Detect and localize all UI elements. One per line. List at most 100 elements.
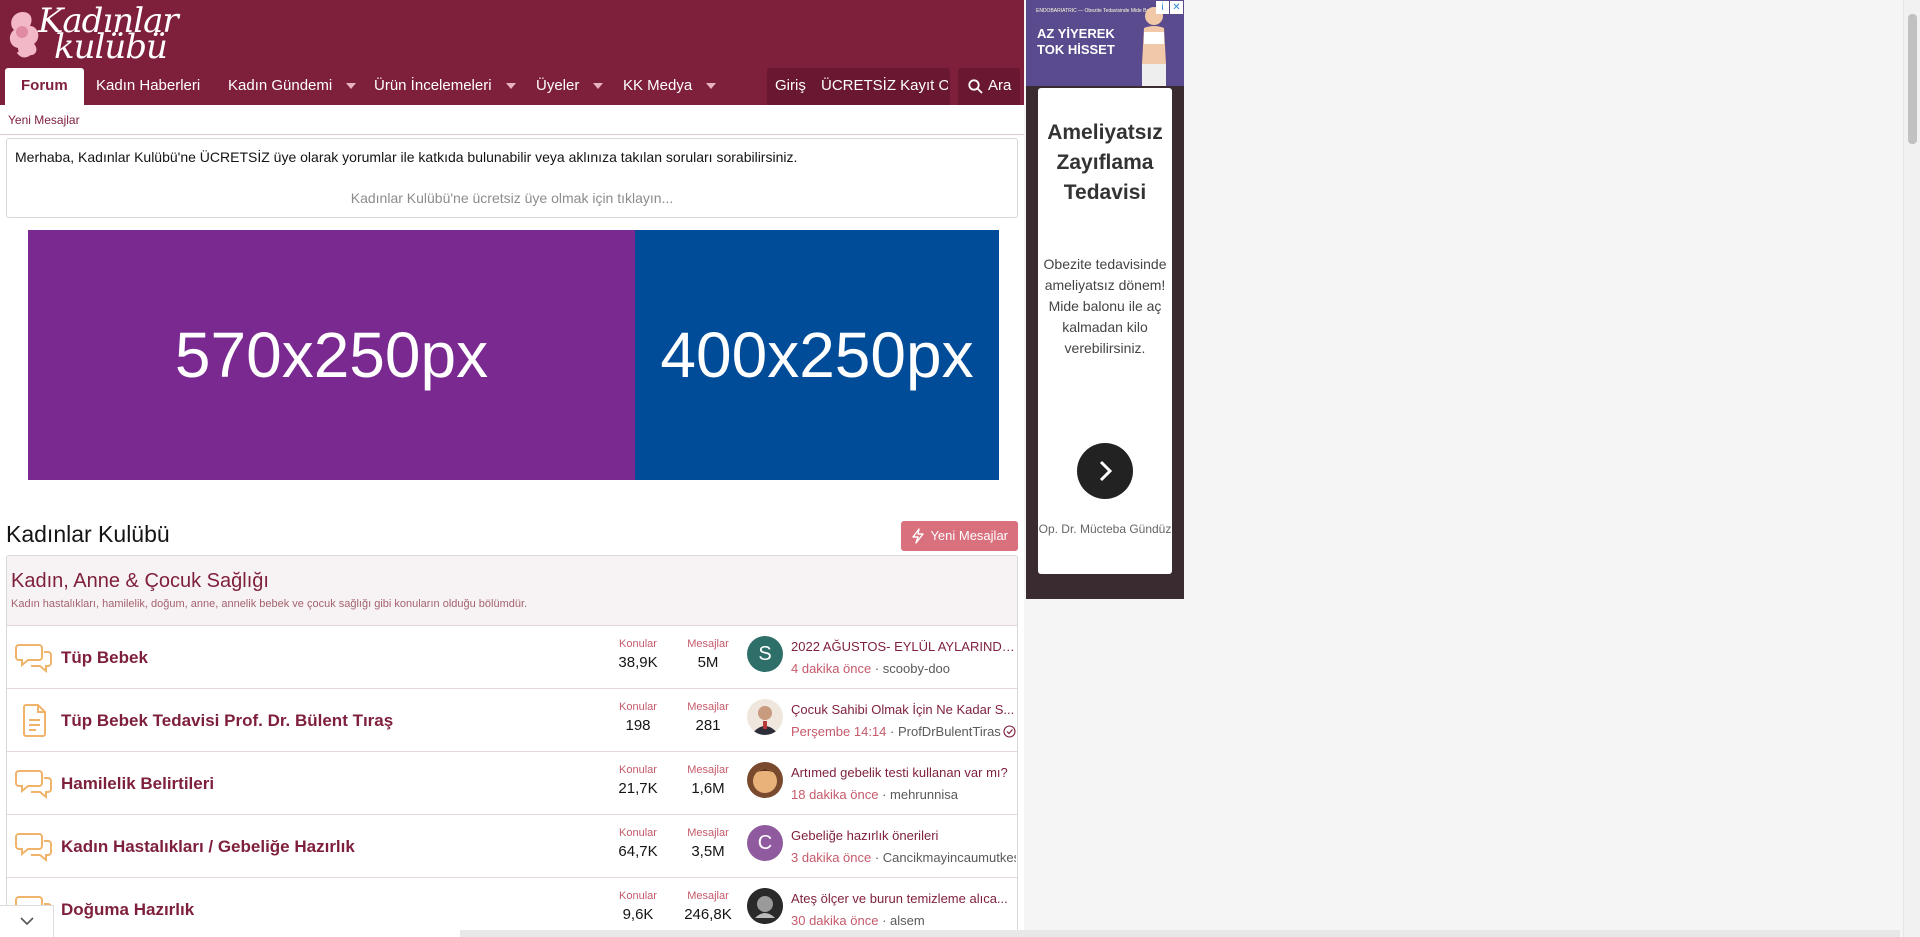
posts-stat: Mesajlar 1,6M [678,764,738,797]
ad-body: Obezite tedavisinde ameliyatsız dönem! M… [1043,256,1167,356]
nav-tab-label: Üyeler [536,77,580,94]
category-title[interactable]: Kadın, Anne & Çocuk Sağlığı [11,570,269,593]
last-post-user[interactable]: mehrunnisa [890,787,958,802]
login-link[interactable]: Giriş [775,68,806,104]
forum-page: Kadınlar kulübü Forum Kadın Haberleri Ka… [0,0,1024,937]
avatar[interactable]: C [747,825,783,861]
avatar[interactable] [747,699,783,735]
scrollbar-thumb[interactable] [1908,14,1917,144]
nav-tab-uyeler[interactable]: Üyeler [536,68,604,105]
avatar[interactable]: S [747,636,783,672]
avatar[interactable] [747,888,783,924]
posts-count: 3,5M [691,843,725,860]
verified-badge-icon [1003,725,1016,738]
chat-bubbles-icon [15,833,52,863]
last-post-title[interactable]: 2022 AĞUSTOS- EYLÜL AYLARINDA ... [791,639,1016,654]
forum-title[interactable]: Tüp Bebek [61,648,148,668]
forum-title[interactable]: Hamilelik Belirtileri [61,774,214,794]
horizontal-scrollbar[interactable] [460,930,1900,937]
forum-title[interactable]: Kadın Hastalıkları / Gebeliğe Hazırlık [61,837,355,857]
last-post-title[interactable]: Artımed gebelik testi kullanan var mı? [791,765,1016,780]
vertical-scrollbar[interactable] [1903,0,1920,937]
nav-tab-kadin-haberleri[interactable]: Kadın Haberleri [96,68,200,105]
ad-top-line1: AZ YİYEREK [1037,26,1115,41]
last-post-time[interactable]: Perşembe 14:14 [791,724,886,739]
new-posts-button[interactable]: Yeni Mesajlar [901,521,1018,551]
collapse-toggle[interactable] [0,905,54,937]
user-photo-icon [747,888,783,924]
last-post-time[interactable]: 3 dakika önce [791,850,871,865]
site-logo[interactable]: Kadınlar kulübü [4,2,179,67]
chevron-down-icon [20,917,34,926]
last-post: Artımed gebelik testi kullanan var mı? 1… [791,765,1016,802]
nav-tab-kk-medya[interactable]: KK Medya [623,68,717,105]
threads-count: 64,7K [618,843,658,860]
ad-arrow-button[interactable] [1077,443,1133,499]
user-photo-icon [753,769,777,793]
avatar[interactable] [747,762,783,798]
threads-stat: Konular 198 [608,701,668,734]
ad-close-icon[interactable]: ✕ [1170,1,1183,14]
ad-card[interactable]: Ameliyatsız Zayıflama Tedavisi Obezite t… [1038,88,1172,574]
posts-count: 1,6M [691,780,725,797]
posts-label: Mesajlar [687,764,729,776]
nav-tab-urun-incelemeleri[interactable]: Ürün İncelemeleri [374,68,516,105]
search-button[interactable]: Ara [958,68,1020,105]
last-post-title[interactable]: Gebeliğe hazırlık önerileri [791,828,1016,843]
last-post-time[interactable]: 30 dakika önce [791,913,878,928]
last-post-title[interactable]: Çocuk Sahibi Olmak İçin Ne Kadar S... [791,702,1016,717]
ad-info-icon[interactable]: i [1156,1,1169,14]
forum-row: Doğuma Hazırlık Konular 9,6K Mesajlar 246,… [7,878,1017,937]
forum-row: Tüp Bebek Konular 38,9K Mesajlar 5M S 2022… [7,626,1017,689]
chat-bubbles-icon [15,644,52,674]
last-post-time[interactable]: 4 dakika önce [791,661,871,676]
site-header: Kadınlar kulübü Forum Kadın Haberleri Ka… [0,0,1024,105]
sub-nav: Yeni Mesajlar [0,105,1024,135]
ad-headline: Ameliyatsız Zayıflama Tedavisi [1047,121,1163,204]
lightning-icon [912,528,924,544]
chevron-down-icon[interactable] [593,83,604,90]
nav-tab-forum[interactable]: Forum [5,68,84,105]
chevron-right-icon [1099,460,1113,482]
banner-ad-right[interactable]: 400x250px [635,230,999,480]
register-cta-link[interactable]: Kadınlar Kulübü'ne ücretsiz üye olmak iç… [7,190,1017,206]
ad-byline: Op. Dr. Mücteba Gündüz [1038,522,1172,536]
nav-tab-label: Kadın Gündemi [228,77,333,94]
new-posts-link[interactable]: Yeni Mesajlar [8,113,80,127]
chat-bubbles-icon [15,770,52,800]
category-description: Kadın hastalıkları, hamilelik, doğum, an… [11,598,528,610]
chevron-down-icon[interactable] [346,83,357,90]
register-link[interactable]: ÜCRETSİZ Kayıt Ol [821,68,948,104]
category-block: Kadın, Anne & Çocuk Sağlığı Kadın hastal… [6,555,1018,937]
last-post-user[interactable]: scooby-doo [883,661,950,676]
sidebar-ad[interactable]: ENDOBARIATRIC — Obezite Tedavisinde Mide… [1026,0,1184,599]
last-post-user[interactable]: alsem [890,913,925,928]
ad-top-line2: TOK HİSSET [1037,42,1115,57]
banner-ad-left[interactable]: 570x250px [28,230,635,480]
chevron-down-icon[interactable] [706,83,717,90]
main-nav: Forum Kadın Haberleri Kadın Gündemi Ürün… [0,68,1024,105]
last-post-title[interactable]: Ateş ölçer ve burun temizleme alıca... [791,891,1016,906]
ad-model-image [1142,7,1166,86]
account-links: Giriş ÜCRETSİZ Kayıt Ol [767,68,950,105]
forum-row: Tüp Bebek Tedavisi Prof. Dr. Bülent Tıra… [7,689,1017,752]
last-post-time[interactable]: 18 dakika önce [791,787,878,802]
last-post-user[interactable]: Cancikmayincaumutkes [883,850,1016,865]
threads-count: 21,7K [618,780,658,797]
chevron-down-icon[interactable] [505,83,516,90]
forum-title[interactable]: Doğuma Hazırlık [61,900,194,920]
nav-tab-kadin-gundemi[interactable]: Kadın Gündemi [228,68,357,105]
threads-count: 38,9K [618,654,658,671]
logo-flower-icon [9,12,39,58]
threads-count: 9,6K [622,906,654,923]
logo-text-line2: kulübü [54,27,168,67]
posts-label: Mesajlar [687,827,729,839]
forum-row: Hamilelik Belirtileri Konular 21,7K Mesaj… [7,752,1017,815]
forum-title[interactable]: Tüp Bebek Tedavisi Prof. Dr. Bülent Tıra… [61,711,393,731]
last-post-meta: 30 dakika önce · alsem [791,913,925,928]
new-posts-button-label: Yeni Mesajlar [930,528,1008,543]
threads-stat: Konular 38,9K [608,638,668,671]
last-post-meta: 3 dakika önce · Cancikmayincaumutkes [791,850,1016,865]
last-post-user[interactable]: ProfDrBulentTiras [898,724,1001,739]
nav-tab-label: Kadın Haberleri [96,77,201,94]
